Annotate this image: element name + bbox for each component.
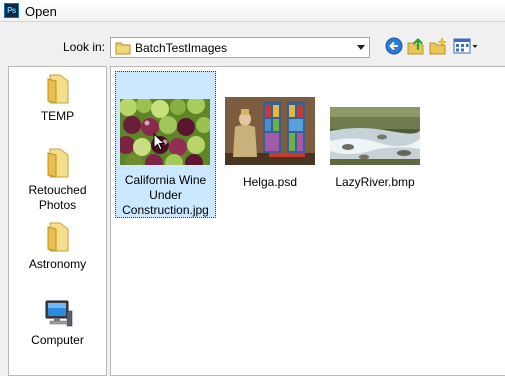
photoshop-app-icon: Ps (4, 3, 19, 18)
file-item-helga[interactable]: Helga.psd (222, 71, 318, 191)
file-item-california-wine[interactable]: California Wine Under Construction.jpg (115, 71, 216, 218)
file-list: California Wine Under Construction.jpg H… (110, 66, 505, 376)
mouse-cursor-icon (153, 132, 166, 154)
place-label: Astronomy (28, 257, 87, 271)
place-computer[interactable]: Computer (9, 299, 106, 348)
place-label: Computer (31, 333, 84, 347)
folder-icon (9, 147, 106, 179)
place-retouched-photos[interactable]: Retouched Photos (9, 147, 106, 213)
chevron-down-icon[interactable] (352, 38, 369, 57)
file-item-lazyriver[interactable]: LazyRiver.bmp (327, 71, 423, 191)
file-thumbnail (120, 99, 210, 165)
look-in-label: Look in: (63, 40, 106, 54)
file-name-label: California Wine Under Construction.jpg (122, 173, 209, 217)
places-sidebar: TEMP Retouched Photos Astronomy Computer (8, 66, 107, 376)
place-label: Retouched Photos (28, 183, 87, 212)
folder-icon (9, 221, 106, 253)
place-astronomy[interactable]: Astronomy (9, 221, 106, 272)
views-menu-icon[interactable] (453, 37, 479, 57)
back-arrow-icon[interactable] (385, 37, 403, 57)
file-name-label: Helga.psd (242, 175, 298, 189)
title-bar: Ps Open (0, 0, 505, 22)
look-in-value: BatchTestImages (135, 41, 228, 55)
file-thumbnail (330, 107, 420, 165)
folder-icon (115, 41, 131, 58)
look-in-dropdown[interactable]: BatchTestImages (110, 37, 370, 58)
place-temp[interactable]: TEMP (9, 73, 106, 124)
new-folder-icon[interactable] (429, 37, 447, 57)
computer-icon (9, 299, 106, 329)
file-thumbnail (225, 97, 315, 165)
place-label: TEMP (40, 109, 75, 123)
up-folder-icon[interactable] (407, 37, 425, 57)
window-title: Open (25, 4, 57, 19)
folder-icon (9, 73, 106, 105)
file-name-label: LazyRiver.bmp (335, 175, 415, 189)
